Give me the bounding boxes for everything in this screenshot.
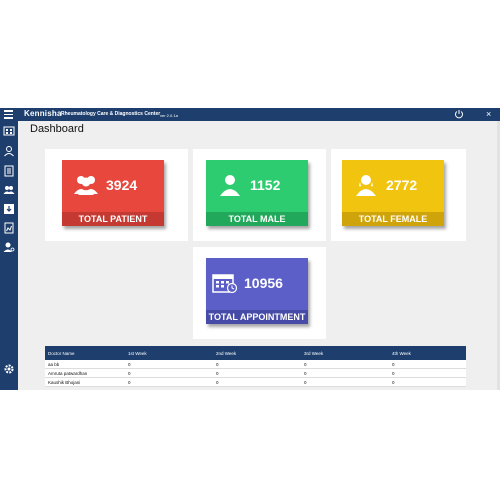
week-cell: 0 [125, 360, 213, 369]
total-appointment-value: 10956 [244, 275, 283, 291]
week-cell: 0 [125, 368, 213, 378]
week-cell: 0 [125, 377, 213, 387]
card-panel-male: 1152 TOTAL MALE [193, 149, 326, 241]
sidebar [0, 121, 18, 390]
gear-icon[interactable] [3, 363, 15, 375]
total-patient-label: TOTAL PATIENT [62, 212, 164, 226]
main-content: Dashboard 3924 TOTAL PATIENT 1152 TOTAL … [18, 121, 500, 390]
col-doctor-name[interactable]: Doctor Name [45, 346, 125, 360]
male-icon [220, 175, 240, 196]
doctor-name-cell: Amruta patwardhan [45, 368, 125, 378]
doctor-table: Doctor Name 1st Week 2nd Week 3rd Week 4… [45, 346, 466, 387]
female-icon [356, 175, 376, 196]
total-female-label: TOTAL FEMALE [342, 212, 444, 226]
week-cell: 0 [389, 360, 466, 369]
app-window: Kennisha Rheumatology Care & Diagnostics… [0, 108, 500, 390]
week-cell: 0 [301, 377, 389, 387]
calendar-icon [212, 274, 238, 294]
total-male-label: TOTAL MALE [206, 212, 308, 226]
col-week-3[interactable]: 3rd Week [301, 346, 389, 360]
app-version: ver 2.0.1a [160, 113, 178, 118]
menu-icon[interactable] [4, 110, 13, 119]
table-header-row: Doctor Name 1st Week 2nd Week 3rd Week 4… [45, 346, 466, 360]
download-icon[interactable] [3, 203, 15, 215]
group-icon[interactable] [3, 184, 15, 196]
table-row[interactable]: Amruta patwardhan 0 0 0 0 [45, 368, 466, 378]
total-appointment-label: TOTAL APPOINTMENT [206, 310, 308, 324]
dashboard-icon[interactable] [3, 125, 15, 137]
logout-icon[interactable] [454, 109, 464, 119]
table-row[interactable]: aa bb 0 0 0 0 [45, 360, 466, 369]
total-appointment-card[interactable]: 10956 TOTAL APPOINTMENT [206, 258, 308, 324]
report-icon[interactable] [3, 222, 15, 234]
week-cell: 0 [301, 360, 389, 369]
list-icon[interactable] [3, 165, 15, 177]
table-row[interactable]: Kaushik Bhojani 0 0 0 0 [45, 377, 466, 387]
total-male-value: 1152 [250, 177, 281, 193]
app-brand: Kennisha [24, 109, 62, 118]
doctor-name-cell: Kaushik Bhojani [45, 377, 125, 387]
top-bar: Kennisha Rheumatology Care & Diagnostics… [0, 108, 500, 121]
total-male-card[interactable]: 1152 TOTAL MALE [206, 160, 308, 226]
total-patient-card[interactable]: 3924 TOTAL PATIENT [62, 160, 164, 226]
card-panel-female: 2772 TOTAL FEMALE [331, 149, 466, 241]
card-panel-patient: 3924 TOTAL PATIENT [45, 149, 188, 241]
total-female-card[interactable]: 2772 TOTAL FEMALE [342, 160, 444, 226]
week-cell: 0 [213, 368, 301, 378]
card-panel-appointment: 10956 TOTAL APPOINTMENT [193, 247, 326, 339]
total-female-value: 2772 [386, 177, 418, 193]
doctor-name-cell: aa bb [45, 360, 125, 369]
total-patient-value: 3924 [106, 177, 138, 193]
col-week-4[interactable]: 4th Week [389, 346, 466, 360]
week-cell: 0 [389, 368, 466, 378]
user-search-icon[interactable] [3, 241, 15, 253]
col-week-2[interactable]: 2nd Week [213, 346, 301, 360]
user-icon[interactable] [3, 145, 15, 157]
week-cell: 0 [213, 377, 301, 387]
week-cell: 0 [213, 360, 301, 369]
users-icon [74, 176, 98, 195]
close-button[interactable]: × [486, 108, 491, 121]
page-title: Dashboard [30, 123, 84, 135]
week-cell: 0 [301, 368, 389, 378]
app-subtitle: Rheumatology Care & Diagnostics Center [61, 111, 161, 117]
week-cell: 0 [389, 377, 466, 387]
col-week-1[interactable]: 1st Week [125, 346, 213, 360]
